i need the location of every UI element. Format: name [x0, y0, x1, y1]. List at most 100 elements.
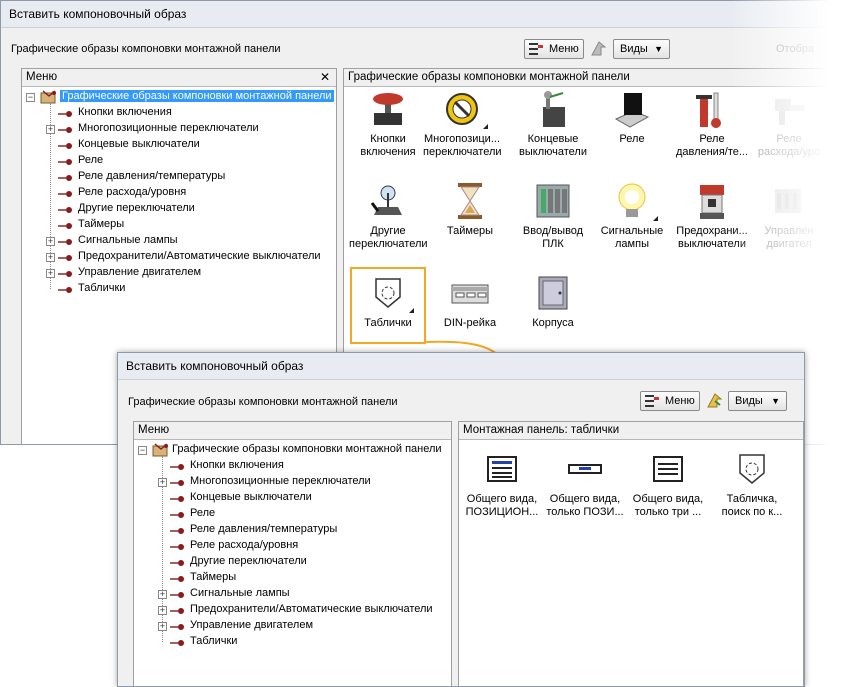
menu-button-2[interactable]: Меню — [640, 391, 700, 411]
back-icon[interactable] — [589, 39, 609, 59]
tile-caption-line1: Реле — [699, 133, 725, 145]
tile-caption-line2: только ПОЗИ... — [546, 506, 624, 518]
expand-icon[interactable]: + — [46, 237, 55, 246]
close-icon[interactable]: ✕ — [320, 69, 330, 85]
tile-nameplate-search[interactable]: Табличка, поиск по к... — [713, 449, 791, 519]
tree-item-реле-расхода-уровня[interactable]: Реле расхода/уровня — [134, 538, 451, 554]
tile-pressure-switch[interactable]: Реле давления/те... — [673, 89, 751, 159]
tree-item-другие-переключатели[interactable]: Другие переключатели — [22, 201, 336, 217]
expand-icon[interactable]: + — [158, 590, 167, 599]
tile-general-position-nameplate[interactable]: Общего вида, ПОЗИЦИОН... — [463, 449, 541, 519]
tree-item-label: Реле расхода/уровня — [190, 539, 299, 551]
expand-icon[interactable]: + — [158, 478, 167, 487]
tile-caption-line2: двигател — [766, 238, 812, 250]
tree-item-label: Реле — [78, 154, 104, 166]
item-bullet-icon — [170, 574, 186, 582]
tile-timer[interactable]: Таймеры — [431, 181, 509, 238]
back-icon[interactable] — [705, 391, 725, 411]
tree-item-реле-расхода-уровня[interactable]: Реле расхода/уровня — [22, 185, 336, 201]
din-rail-icon — [450, 273, 490, 313]
tile-din-rail[interactable]: DIN-рейка — [431, 273, 509, 330]
tile-flow-switch[interactable]: Реле расхода/уро — [750, 89, 828, 159]
timer-icon — [450, 181, 490, 221]
tree-item-кнопки-включения[interactable]: Кнопки включения — [134, 458, 451, 474]
tree-item-реле-давления-температуры[interactable]: Реле давления/температуры — [22, 169, 336, 185]
item-bullet-icon — [170, 526, 186, 534]
tree-root[interactable]: − Графические образы компоновки монтажной… — [134, 442, 451, 458]
views-button-label: Виды — [620, 43, 648, 55]
tile-caption-line2: расхода/уро — [757, 146, 821, 158]
expand-icon[interactable]: + — [158, 606, 167, 615]
nameplate-search-icon — [732, 449, 772, 489]
tree-item-предохранители-автоматические-выключатели[interactable]: + Предохранители/Автоматические выключате… — [134, 602, 451, 618]
tree-item-label: Другие переключатели — [78, 202, 195, 214]
tile-selector-switch[interactable]: Многопозици... переключатели — [423, 89, 502, 159]
item-bullet-icon — [170, 510, 186, 518]
tree-item-управление-двигателем[interactable]: + Управление двигателем — [134, 618, 451, 634]
tile-plc-io[interactable]: Ввод/вывод ПЛК — [514, 181, 592, 251]
tree-item-предохранители-автоматические-выключатели[interactable]: + Предохранители/Автоматические выключате… — [22, 249, 336, 265]
tree-item-другие-переключатели[interactable]: Другие переключатели — [134, 554, 451, 570]
expand-icon[interactable]: + — [158, 622, 167, 631]
collapse-icon[interactable]: − — [138, 446, 147, 455]
expand-icon[interactable]: + — [46, 253, 55, 262]
views-button-2[interactable]: Виды ▼ — [728, 391, 787, 411]
enclosure-icon — [533, 273, 573, 313]
tile-caption-line1: Сигнальные — [600, 225, 664, 237]
push-button-icon — [368, 89, 408, 129]
tile-other-switch[interactable]: Другие переключатели — [349, 181, 428, 251]
tree-item-кнопки-включения[interactable]: Кнопки включения — [22, 105, 336, 121]
tree-item-сигнальные-лампы[interactable]: + Сигнальные лампы — [134, 586, 451, 602]
tree-item-таймеры[interactable]: Таймеры — [134, 570, 451, 586]
tree-item-концевые-выключатели[interactable]: Концевые выключатели — [134, 490, 451, 506]
expand-icon[interactable]: + — [46, 125, 55, 134]
tree-item-таблички[interactable]: Таблички — [22, 281, 336, 297]
views-button[interactable]: Виды ▼ — [613, 39, 670, 59]
tile-limit-switch[interactable]: Концевые выключатели — [514, 89, 592, 159]
item-bullet-icon — [58, 285, 74, 293]
tree-item-реле[interactable]: Реле — [134, 506, 451, 522]
item-bullet-icon — [58, 205, 74, 213]
tree-item-таймеры[interactable]: Таймеры — [22, 217, 336, 233]
item-bullet-icon — [170, 622, 186, 630]
expand-icon[interactable]: + — [46, 269, 55, 278]
plc-io-icon — [533, 181, 573, 221]
tile-caption-line1: Предохрани... — [676, 225, 748, 237]
tile-caption-line1: Общего вида, — [549, 493, 621, 505]
menu-panel-header-2: Меню — [134, 422, 451, 440]
tile-fuse[interactable]: Предохрани... выключатели — [673, 181, 751, 251]
tile-caption-line2: поиск по к... — [721, 506, 783, 518]
collapse-icon[interactable]: − — [26, 93, 35, 102]
menu-button[interactable]: Меню — [524, 39, 584, 59]
tile-enclosure[interactable]: Корпуса — [514, 273, 592, 330]
tile-signal-lamp[interactable]: Сигнальные лампы — [593, 181, 671, 251]
item-bullet-icon — [170, 462, 186, 470]
tree-root[interactable]: − Графические образы компоновки монтажной… — [22, 89, 336, 105]
tree-item-многопозиционные-переключатели[interactable]: + Многопозиционные переключатели — [22, 121, 336, 137]
tree-item-таблички[interactable]: Таблички — [134, 634, 451, 650]
chevron-down-icon: ▼ — [771, 396, 780, 406]
tile-push-button[interactable]: Кнопки включения — [349, 89, 427, 159]
content-panel-header-2: Монтажная панель: таблички — [459, 422, 803, 440]
tree-item-label: Другие переключатели — [190, 555, 307, 567]
tree-item-сигнальные-лампы[interactable]: + Сигнальные лампы — [22, 233, 336, 249]
content-panel-title-2: Монтажная панель: таблички — [463, 424, 620, 436]
tile-general-three-lines[interactable]: Общего вида, только три ... — [629, 449, 707, 519]
tree-item-label: Управление двигателем — [190, 619, 314, 631]
item-bullet-icon — [170, 494, 186, 502]
tree-item-многопозиционные-переключатели[interactable]: + Многопозиционные переключатели — [134, 474, 451, 490]
subheading-2: Графические образы компоновки монтажной … — [128, 396, 398, 408]
tile-relay[interactable]: Реле — [593, 89, 671, 146]
tree-item-реле-давления-температуры[interactable]: Реле давления/температуры — [134, 522, 451, 538]
tile-general-position-only[interactable]: Общего вида, только ПОЗИ... — [546, 449, 624, 519]
tile-caption-line1: Табличка, — [726, 493, 778, 505]
item-bullet-icon — [58, 237, 74, 245]
tree-item-реле[interactable]: Реле — [22, 153, 336, 169]
tree-item-управление-двигателем[interactable]: + Управление двигателем — [22, 265, 336, 281]
menu-panel-title: Меню — [26, 71, 58, 83]
item-bullet-icon — [58, 269, 74, 277]
item-bullet-icon — [170, 606, 186, 614]
tree-item-концевые-выключатели[interactable]: Концевые выключатели — [22, 137, 336, 153]
tile-motor-control[interactable]: Управлен двигател — [750, 181, 828, 251]
tile-caption-line2: ПОЗИЦИОН... — [465, 506, 539, 518]
